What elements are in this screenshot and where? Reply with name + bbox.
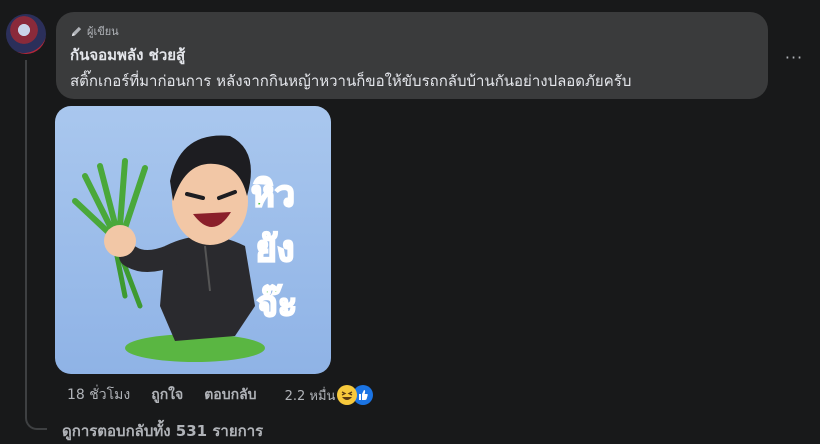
author-name[interactable]: กันจอมพลัง ช่วยสู้: [70, 43, 185, 67]
sticker-image[interactable]: หิว ยัง จ๊ะ: [55, 106, 331, 374]
reply-button[interactable]: ตอบกลับ: [204, 384, 256, 406]
sticker-caption-1: หิว: [251, 174, 295, 215]
grass-bunch: [72, 158, 148, 234]
reaction-count[interactable]: 2.2 หมื่น: [285, 385, 336, 406]
thread-line: [25, 60, 47, 430]
sticker-caption-3: จ๊ะ: [257, 284, 297, 325]
comment-text: สติ๊กเกอร์ที่มาก่อนการ หลังจากกินหญ้าหวา…: [70, 72, 632, 90]
timestamp[interactable]: 18 ชั่วโมง: [67, 384, 130, 406]
pencil-icon: [71, 26, 82, 36]
view-replies-link[interactable]: ดูการตอบกลับทั้ง 531 รายการ: [62, 419, 263, 443]
haha-icon: [337, 385, 358, 405]
comment-actions: 18 ชั่วโมง ถูกใจ ตอบกลับ 2.2 หมื่น: [67, 384, 374, 406]
author-badge-label: ผู้เขียน: [87, 25, 119, 38]
author-badge: ผู้เขียน: [70, 22, 119, 40]
arm: [119, 245, 181, 272]
more-options-button[interactable]: ···: [783, 46, 805, 68]
avatar[interactable]: [6, 14, 46, 54]
sticker-caption-2: ยัง: [256, 229, 295, 270]
comment-bubble: ผู้เขียน กันจอมพลัง ช่วยสู้ สติ๊กเกอร์ที…: [56, 12, 768, 99]
like-button[interactable]: ถูกใจ: [151, 384, 183, 406]
reaction-icons[interactable]: [337, 385, 374, 405]
hand: [104, 225, 136, 257]
sticker-illustration: หิว ยัง จ๊ะ: [72, 135, 298, 362]
